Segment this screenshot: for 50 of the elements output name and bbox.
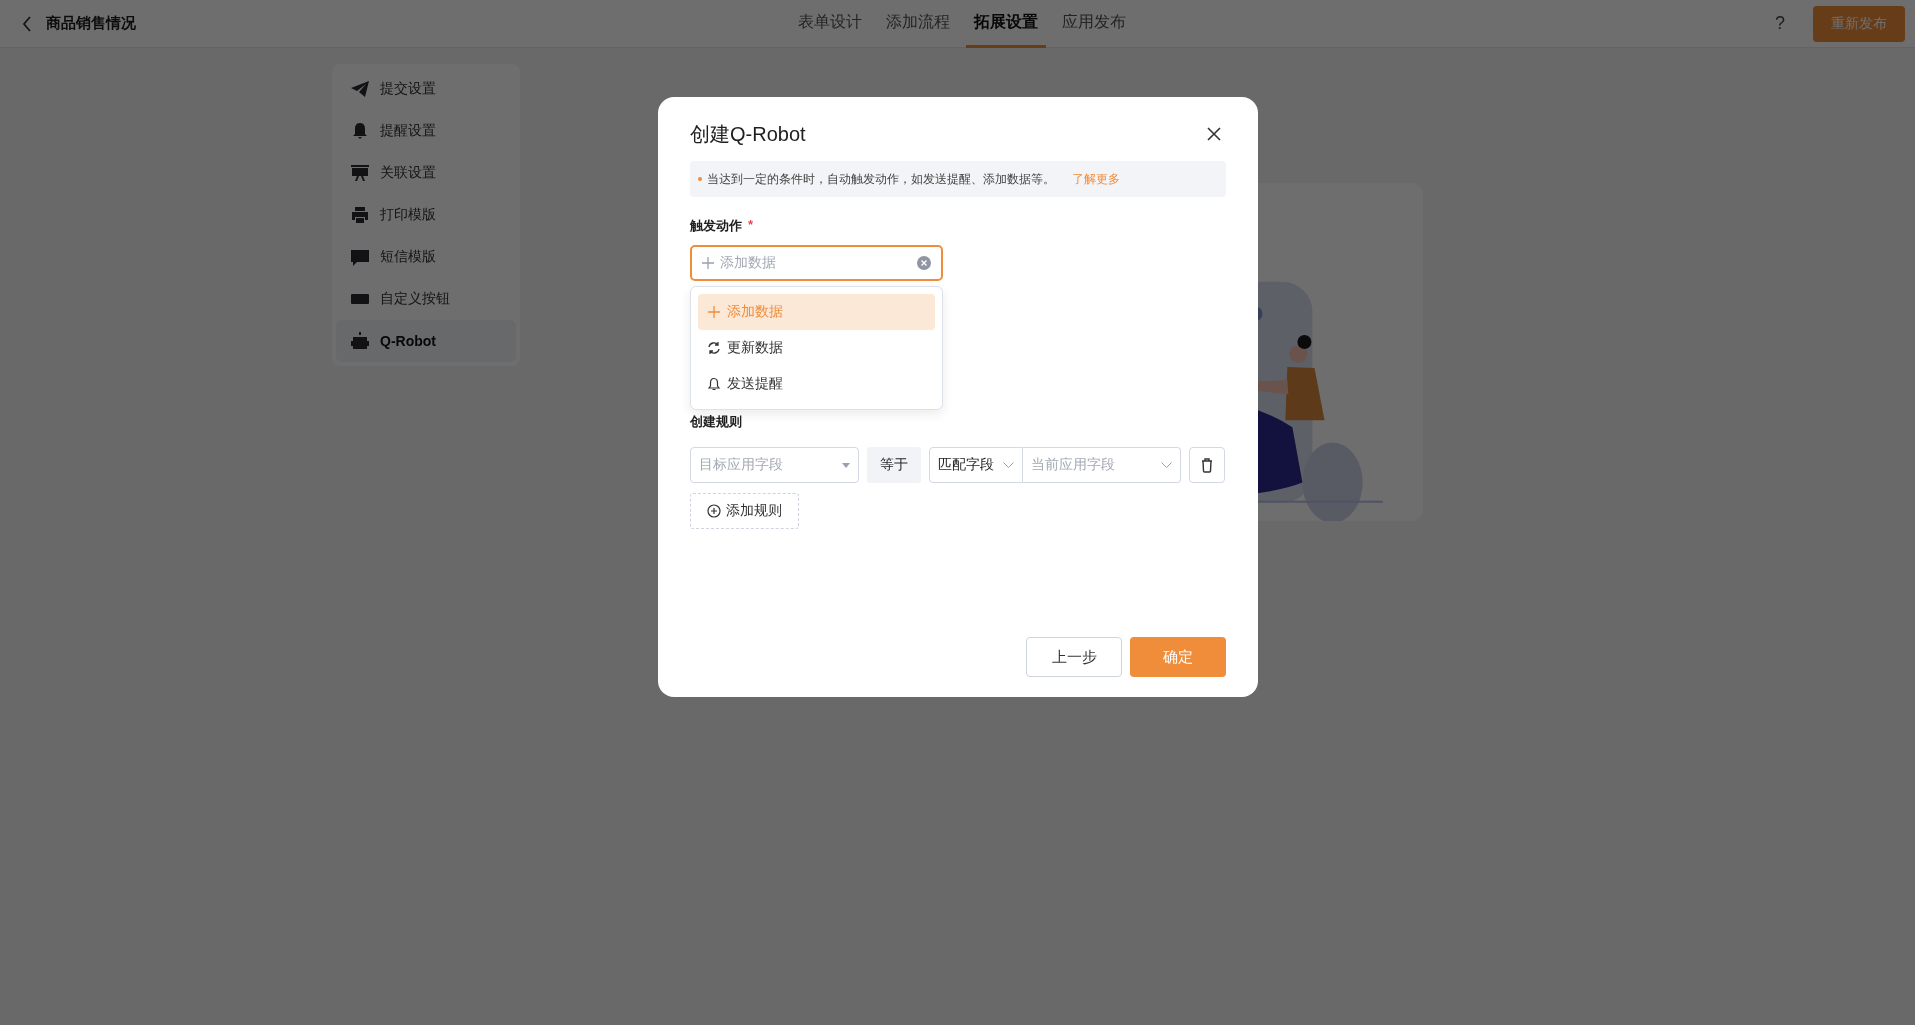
bullet-icon bbox=[698, 177, 702, 181]
current-field-select[interactable]: 当前应用字段 bbox=[1023, 447, 1181, 483]
help-icon[interactable]: ? bbox=[1775, 13, 1785, 34]
presentation-icon bbox=[350, 163, 370, 183]
nav-tab[interactable]: 表单设计 bbox=[790, 0, 870, 48]
send-icon bbox=[350, 79, 370, 99]
nav-tab[interactable]: 添加流程 bbox=[878, 0, 958, 48]
dropdown-option[interactable]: 添加数据 bbox=[698, 294, 935, 330]
dialog-title: 创建Q-Robot bbox=[690, 121, 806, 147]
menu-item[interactable]: Q-Robot bbox=[336, 320, 516, 362]
dropdown-option[interactable]: 发送提醒 bbox=[698, 366, 935, 402]
trash-icon bbox=[1201, 457, 1213, 473]
nav-tab[interactable]: 应用发布 bbox=[1054, 0, 1134, 48]
menu-item[interactable]: 自定义按钮 bbox=[336, 278, 516, 320]
required-mark: * bbox=[748, 217, 754, 234]
chat-icon bbox=[350, 247, 370, 267]
confirm-button[interactable]: 确定 bbox=[1130, 637, 1226, 677]
republish-button[interactable]: 重新发布 bbox=[1813, 5, 1905, 42]
dropdown-option[interactable]: 更新数据 bbox=[698, 330, 935, 366]
learn-more-link[interactable]: 了解更多 bbox=[1072, 170, 1120, 188]
plus-icon bbox=[702, 257, 714, 269]
add-rule-button[interactable]: 添加规则 bbox=[690, 493, 799, 529]
chevron-down-icon bbox=[1003, 462, 1014, 468]
bell-icon bbox=[707, 377, 721, 391]
section-label: 创建规则 bbox=[690, 413, 743, 431]
field-label: 触发动作 bbox=[690, 217, 742, 235]
trigger-select[interactable]: 添加数据 bbox=[690, 245, 943, 281]
previous-step-button[interactable]: 上一步 bbox=[1026, 637, 1122, 677]
app-title: 商品销售情况 bbox=[46, 14, 136, 33]
menu-item[interactable]: 提交设置 bbox=[336, 68, 516, 110]
menu-item[interactable]: 打印模版 bbox=[336, 194, 516, 236]
menu-item[interactable]: 提醒设置 bbox=[336, 110, 516, 152]
printer-icon bbox=[350, 205, 370, 225]
plus-circle-icon bbox=[707, 504, 721, 518]
target-field-select[interactable]: 目标应用字段 bbox=[690, 447, 859, 483]
caret-icon bbox=[842, 462, 850, 468]
plus-icon bbox=[707, 305, 721, 319]
menu-item[interactable]: 短信模版 bbox=[336, 236, 516, 278]
notice-text: 当达到一定的条件时，自动触发动作，如发送提醒、添加数据等。 bbox=[707, 170, 1055, 188]
clear-icon[interactable] bbox=[917, 256, 931, 270]
delete-button[interactable] bbox=[1189, 447, 1225, 483]
operator-label: 等于 bbox=[867, 447, 921, 483]
menu-item[interactable]: 关联设置 bbox=[336, 152, 516, 194]
chevron-down-icon bbox=[1161, 462, 1172, 468]
refresh-icon bbox=[707, 341, 721, 355]
nav-tab[interactable]: 拓展设置 bbox=[966, 0, 1046, 48]
match-type-select[interactable]: 匹配字段 bbox=[929, 447, 1023, 483]
robot-icon bbox=[350, 331, 370, 351]
back-icon[interactable] bbox=[22, 15, 32, 32]
close-icon[interactable] bbox=[1207, 127, 1221, 141]
